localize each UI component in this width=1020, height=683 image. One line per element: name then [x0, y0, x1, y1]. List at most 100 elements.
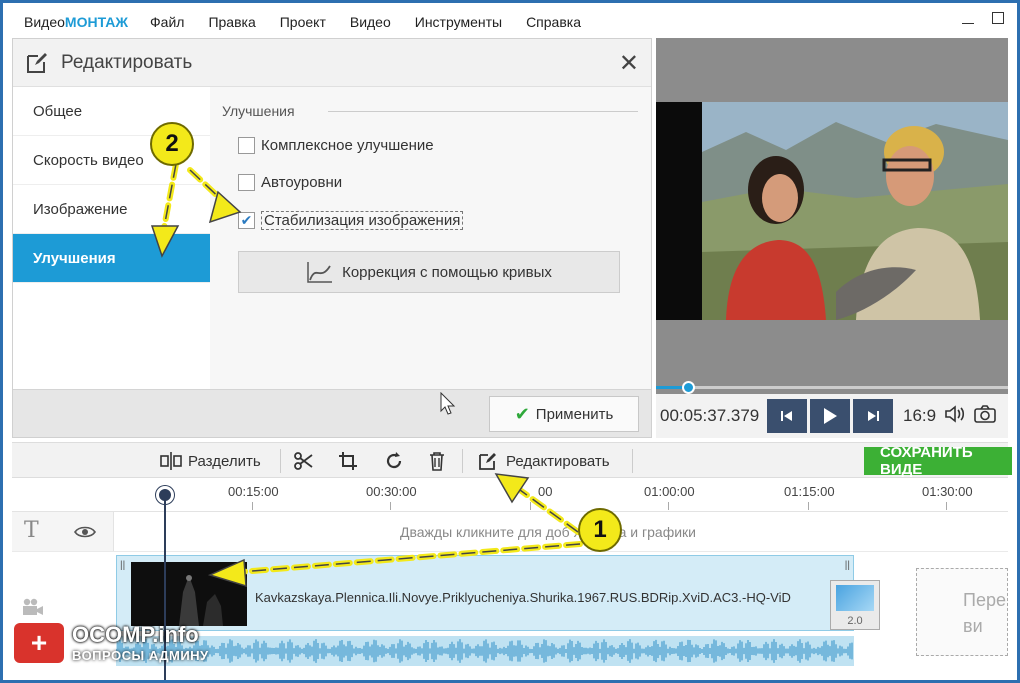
tick: [808, 502, 809, 510]
cut-button[interactable]: [294, 449, 314, 473]
video-preview: 00:05:37.379 16:9: [656, 38, 1008, 438]
tick-label: 01:00:00: [644, 484, 695, 499]
section-divider: [328, 111, 638, 112]
close-icon[interactable]: ✕: [619, 49, 639, 78]
edit-label: Редактировать: [506, 452, 610, 470]
watermark-title: OCOMP.info: [72, 622, 199, 647]
edit-panel-header: Редактировать ✕: [13, 39, 651, 87]
tick: [946, 502, 947, 510]
scrubber-handle[interactable]: [681, 381, 695, 394]
clip-trim-handle-right[interactable]: ||: [845, 560, 850, 571]
scissors-icon: [294, 452, 313, 470]
site-watermark: + OCOMP.info ВОПРОСЫ АДМИНУ: [14, 622, 209, 663]
edit-panel: Редактировать ✕ Общее Скорость видео Изо…: [12, 38, 652, 438]
trash-icon: [430, 452, 444, 471]
tick-label: 00: [538, 484, 553, 499]
video-clip[interactable]: || Kavkazskaya.Plennica.Ili.Novye.Prikly…: [116, 555, 854, 631]
tick-label: 01:15:00: [784, 484, 835, 499]
plus-logo-icon: +: [14, 622, 64, 663]
edit-icon: [479, 453, 496, 470]
option-label: Автоуровни: [261, 174, 343, 191]
prev-frame-button[interactable]: [767, 399, 807, 433]
checkbox[interactable]: [238, 174, 255, 191]
drop-zone-line1: Пере: [963, 590, 1006, 610]
tick: [390, 502, 391, 510]
drop-zone-line2: ви: [963, 616, 983, 636]
tick-label: 00:30:00: [366, 484, 417, 499]
sidebar-item-image[interactable]: Изображение: [13, 185, 210, 234]
menu-file[interactable]: Файл: [150, 14, 184, 30]
clip-filename: Kavkazskaya.Plennica.Ili.Novye.Priklyuch…: [255, 590, 791, 605]
tick: [530, 502, 531, 510]
transition-thumbnail[interactable]: 2.0: [830, 580, 880, 630]
option-stabilization[interactable]: ✔ Стабилизация изображения: [238, 211, 464, 230]
tick-label: 00:15:00: [228, 484, 279, 499]
drop-zone[interactable]: Пере ви: [916, 568, 1008, 656]
eye-icon[interactable]: [74, 525, 96, 539]
curves-correction-button[interactable]: Коррекция с помощью кривых: [238, 251, 620, 293]
checkmark-icon: ✔: [514, 403, 530, 424]
checkbox-checked[interactable]: ✔: [238, 212, 255, 229]
timeline-ruler[interactable]: 00:15:00 00:30:00 00 01:00:00 01:15:00 0…: [12, 478, 1008, 512]
video-frame[interactable]: [656, 102, 1008, 320]
rotate-icon: [386, 452, 402, 469]
rotate-button[interactable]: [384, 449, 404, 473]
aspect-ratio-selector[interactable]: 16:9: [903, 406, 936, 426]
tick: [668, 502, 669, 510]
edit-button[interactable]: Редактировать: [478, 449, 610, 473]
text-track-icon: T: [24, 518, 39, 543]
transition-preview: [836, 585, 874, 611]
edit-panel-title: Редактировать: [61, 51, 193, 73]
checkbox[interactable]: [238, 137, 255, 154]
option-autolevels[interactable]: Автоуровни: [238, 174, 342, 191]
apply-button[interactable]: ✔ Применить: [489, 396, 639, 432]
maximize-button[interactable]: [992, 12, 1004, 24]
crop-icon: [339, 452, 357, 470]
delete-button[interactable]: [428, 449, 446, 473]
clip-thumbnail: [131, 562, 247, 626]
split-label: Разделить: [188, 452, 261, 470]
playback-scrubber[interactable]: [656, 381, 1008, 394]
menu-video[interactable]: Видео: [350, 14, 391, 30]
text-track-header: T: [12, 512, 114, 551]
edit-panel-footer: ✔ Применить: [13, 389, 651, 437]
annotation-badge-1: 1: [578, 508, 622, 552]
curve-icon: [307, 262, 333, 283]
next-frame-button[interactable]: [853, 399, 893, 433]
menu-project[interactable]: Проект: [280, 14, 326, 30]
text-track-hint: Дважды кликните для доб я текста и графи…: [400, 524, 696, 540]
toolbar-divider: [462, 449, 463, 473]
apply-label: Применить: [535, 405, 614, 423]
option-label: Стабилизация изображения: [261, 211, 464, 230]
minimize-button[interactable]: [962, 12, 974, 24]
skip-forward-icon: [868, 411, 879, 421]
video-track-icon: [22, 598, 44, 619]
menu-edit[interactable]: Правка: [208, 14, 255, 30]
audio-waveform[interactable]: [116, 636, 854, 666]
split-button[interactable]: Разделить: [160, 449, 261, 473]
crop-button[interactable]: [338, 449, 358, 473]
option-complex-enhance[interactable]: Комплексное улучшение: [238, 137, 434, 154]
enhancements-content: Улучшения Комплексное улучшение Автоуров…: [210, 87, 651, 389]
playback-controls: 00:05:37.379 16:9: [656, 394, 1008, 438]
edit-icon: [27, 52, 47, 73]
clip-trim-handle-left[interactable]: ||: [120, 560, 125, 571]
movie-still: [656, 102, 1008, 320]
toolbar-divider: [632, 449, 633, 473]
tick: [252, 502, 253, 510]
annotation-badge-2: 2: [150, 122, 194, 166]
sidebar-item-enhancements[interactable]: Улучшения: [13, 234, 218, 283]
play-icon: [824, 408, 837, 424]
text-track[interactable]: T Дважды кликните для доб я текста и гра…: [12, 512, 1008, 552]
volume-icon[interactable]: [944, 404, 966, 429]
skip-back-icon: [781, 411, 792, 421]
menu-tools[interactable]: Инструменты: [415, 14, 502, 30]
menu-help[interactable]: Справка: [526, 14, 581, 30]
curves-correction-label: Коррекция с помощью кривых: [342, 263, 552, 281]
play-button[interactable]: [810, 399, 850, 433]
snapshot-camera-icon[interactable]: [974, 404, 996, 429]
watermark-subtitle: ВОПРОСЫ АДМИНУ: [72, 648, 209, 663]
save-video-button[interactable]: СОХРАНИТЬ ВИДЕ: [864, 444, 1012, 478]
section-title: Улучшения: [222, 103, 295, 119]
timeline-toolbar: Разделить Редактировать СОХРАНИТЬ ВИДЕ: [12, 442, 1012, 478]
